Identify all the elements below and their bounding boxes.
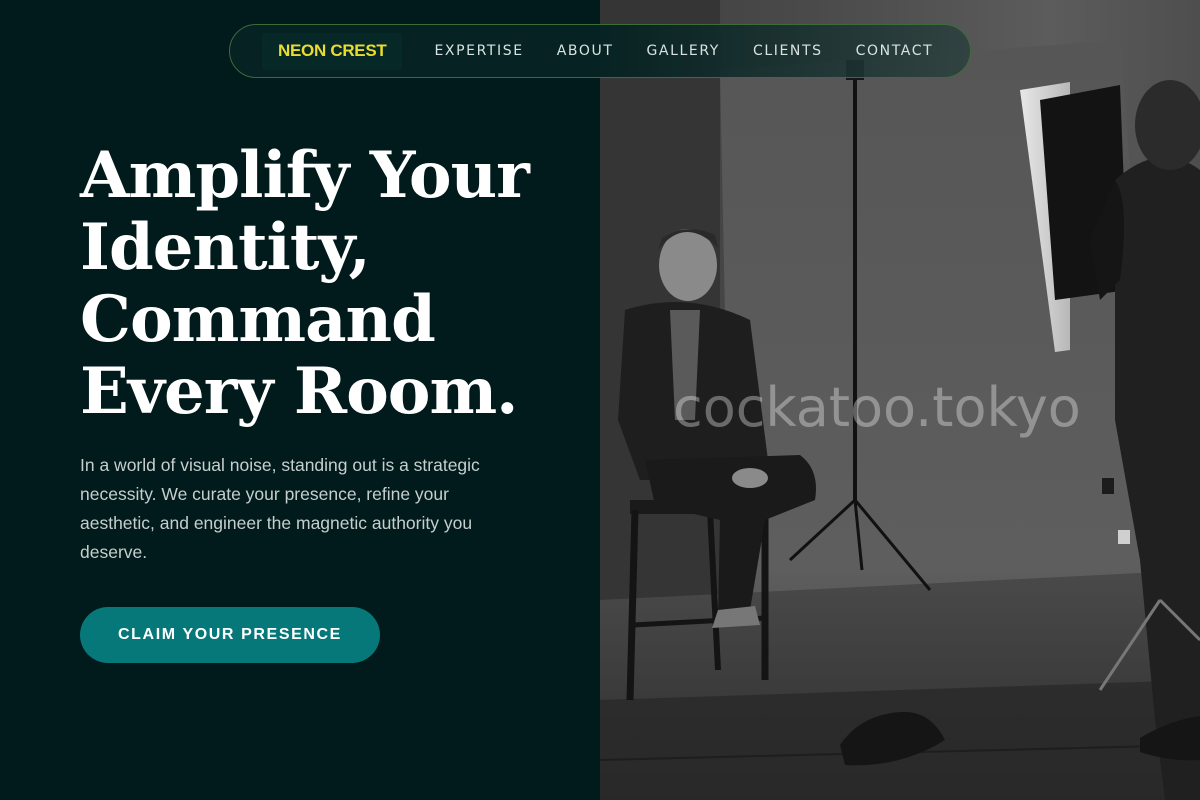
hero-title-line: Command	[80, 282, 436, 357]
brand-logo[interactable]: NEON CREST	[262, 32, 403, 70]
nav-item-contact[interactable]: CONTACT	[856, 43, 934, 59]
hero-title-line: Every Room.	[80, 354, 518, 429]
hero-title-line: Identity,	[80, 210, 371, 285]
claim-presence-button[interactable]: CLAIM YOUR PRESENCE	[80, 607, 380, 663]
hero-photo	[600, 0, 1200, 800]
hero-title-line: Amplify Your	[80, 138, 530, 213]
hero-description: In a world of visual noise, standing out…	[80, 455, 480, 562]
nav-item-clients[interactable]: CLIENTS	[753, 43, 823, 59]
nav-item-expertise[interactable]: EXPERTISE	[434, 43, 523, 59]
hero-title: Amplify Your Identity, Command Every Roo…	[80, 140, 580, 428]
nav-item-about[interactable]: ABOUT	[557, 43, 614, 59]
nav-item-gallery[interactable]: GALLERY	[646, 43, 719, 59]
main-navigation: NEON CREST EXPERTISE ABOUT GALLERY CLIEN…	[229, 24, 971, 78]
